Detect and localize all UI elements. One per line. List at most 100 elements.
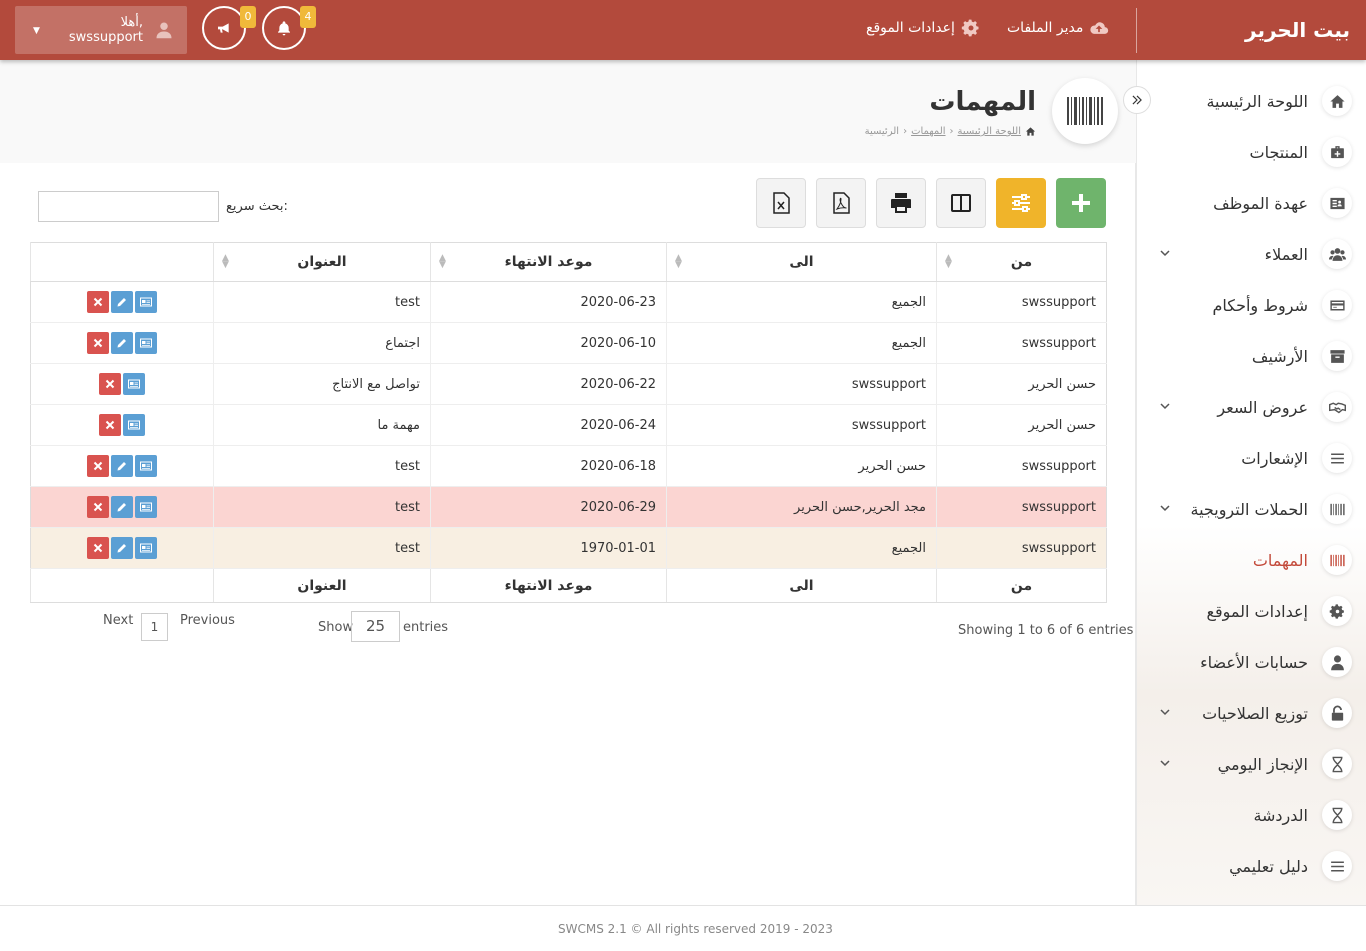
page-1-button[interactable]: 1 bbox=[141, 613, 168, 641]
delete-task-button[interactable] bbox=[99, 373, 121, 395]
row-actions bbox=[30, 281, 214, 323]
view-task-button[interactable] bbox=[123, 373, 145, 395]
sidebar-item-label: الإشعارات bbox=[1241, 448, 1308, 468]
column-header-due[interactable]: موعد الانتهاء ▲ ▼ bbox=[430, 242, 667, 282]
cloud-upload-icon bbox=[1090, 22, 1109, 34]
view-task-button[interactable] bbox=[135, 496, 157, 518]
cell-from: swssupport bbox=[936, 322, 1107, 364]
brand-title[interactable]: بيت الحرير bbox=[1245, 18, 1350, 42]
row-actions bbox=[30, 404, 214, 446]
breadcrumb-dashboard[interactable]: اللوحة الرئيسية bbox=[958, 126, 1021, 137]
sidebar-item-7[interactable]: عروض السعر bbox=[1137, 387, 1366, 427]
delete-task-button[interactable] bbox=[87, 332, 109, 354]
site-settings-link[interactable]: إعدادات الموقع bbox=[866, 18, 981, 38]
edit-task-button[interactable] bbox=[111, 496, 133, 518]
cell-to: swssupport bbox=[666, 363, 937, 405]
list-icon bbox=[1322, 443, 1352, 473]
pencil-icon bbox=[117, 544, 126, 553]
pencil-icon bbox=[117, 462, 126, 471]
sidebar-item-1[interactable]: اللوحة الرئيسية bbox=[1137, 81, 1366, 121]
announcements-count-badge: 0 bbox=[240, 6, 256, 28]
edit-task-button[interactable] bbox=[111, 291, 133, 313]
collapse-sidebar-button[interactable] bbox=[1123, 86, 1151, 114]
cell-from: swssupport bbox=[936, 281, 1107, 323]
row-actions bbox=[30, 363, 214, 405]
sidebar-item-6[interactable]: الأرشيف bbox=[1137, 336, 1366, 376]
delete-task-button[interactable] bbox=[87, 496, 109, 518]
sidebar-item-11[interactable]: إعدادات الموقع bbox=[1137, 591, 1366, 631]
delete-task-button[interactable] bbox=[99, 414, 121, 436]
delete-task-button[interactable] bbox=[87, 455, 109, 477]
file-manager-link[interactable]: مدير الملفات bbox=[1007, 18, 1109, 38]
announcements-button[interactable]: 0 bbox=[202, 6, 256, 50]
sidebar-item-15[interactable]: الدردشة bbox=[1137, 795, 1366, 835]
table-row: swssupport الجميع 1970-01-01 test bbox=[30, 527, 1107, 569]
sidebar-item-12[interactable]: حسابات الأعضاء bbox=[1137, 642, 1366, 682]
delete-task-button[interactable] bbox=[87, 537, 109, 559]
sidebar-item-5[interactable]: شروط وأحكام bbox=[1137, 285, 1366, 325]
view-task-button[interactable] bbox=[135, 332, 157, 354]
hourglass-icon bbox=[1322, 800, 1352, 830]
print-button[interactable] bbox=[876, 178, 926, 228]
column-header-title[interactable]: العنوان ▲ ▼ bbox=[213, 242, 431, 282]
sidebar-nav: اللوحة الرئيسية المنتجات عهدة الموظف العملا… bbox=[1137, 60, 1366, 905]
view-task-button[interactable] bbox=[123, 414, 145, 436]
row-actions bbox=[30, 445, 214, 487]
column-header-to[interactable]: الى ▲ ▼ bbox=[666, 242, 937, 282]
archive-icon bbox=[1322, 341, 1352, 371]
edit-task-button[interactable] bbox=[111, 332, 133, 354]
sidebar-item-8[interactable]: الإشعارات bbox=[1137, 438, 1366, 478]
sidebar-item-2[interactable]: المنتجات bbox=[1137, 132, 1366, 172]
add-task-button[interactable] bbox=[1056, 178, 1106, 228]
search-input[interactable] bbox=[38, 191, 219, 222]
id-card-icon bbox=[128, 420, 140, 430]
sidebar-item-16[interactable]: دليل تعليمي bbox=[1137, 846, 1366, 886]
sidebar-item-label: المنتجات bbox=[1249, 142, 1309, 162]
topbar-divider bbox=[1136, 8, 1137, 53]
cell-title: مهمة ما bbox=[213, 404, 431, 446]
sort-icon: ▲ ▼ bbox=[675, 253, 682, 270]
pencil-icon bbox=[117, 298, 126, 307]
sidebar-item-3[interactable]: عهدة الموظف bbox=[1137, 183, 1366, 223]
view-task-button[interactable] bbox=[135, 291, 157, 313]
cell-due: 2020-06-22 bbox=[430, 363, 667, 405]
page-length-select[interactable]: 25 bbox=[351, 611, 400, 642]
cell-due: 2020-06-29 bbox=[430, 486, 667, 528]
entries-label: entries bbox=[403, 620, 449, 635]
view-task-button[interactable] bbox=[135, 537, 157, 559]
sidebar-item-4[interactable]: العملاء bbox=[1137, 234, 1366, 274]
cell-from: swssupport bbox=[936, 445, 1107, 487]
notifications-button[interactable]: 4 bbox=[262, 6, 316, 50]
view-task-button[interactable] bbox=[135, 455, 157, 477]
previous-page-link[interactable]: Previous bbox=[180, 613, 235, 628]
page-footer: SWCMS 2.1 © All rights reserved 2019 - 2… bbox=[0, 905, 1366, 951]
id-card-icon bbox=[140, 297, 152, 307]
user-menu-dropdown[interactable]: ▼ أهلا, swssupport bbox=[15, 6, 187, 54]
next-page-link[interactable]: Next bbox=[103, 613, 133, 628]
sidebar-item-label: الإنجاز اليومي bbox=[1217, 754, 1308, 774]
column-header-from[interactable]: من ▲ ▼ bbox=[936, 242, 1107, 282]
edit-task-button[interactable] bbox=[111, 537, 133, 559]
sidebar-item-9[interactable]: الحملات الترويجية bbox=[1137, 489, 1366, 529]
table-row: حسن الحرير swssupport 2020-06-24 مهمة ما bbox=[30, 404, 1107, 446]
table-row: swssupport الجميع 2020-06-23 test bbox=[30, 281, 1107, 323]
export-excel-button[interactable] bbox=[756, 178, 806, 228]
gear-icon bbox=[961, 19, 979, 37]
edit-task-button[interactable] bbox=[111, 455, 133, 477]
sidebar-item-10[interactable]: المهمات bbox=[1137, 540, 1366, 580]
delete-task-button[interactable] bbox=[87, 291, 109, 313]
filter-button[interactable] bbox=[996, 178, 1046, 228]
top-navbar: بيت الحرير مدير الملفات إعدادات الموقع 4… bbox=[0, 0, 1366, 60]
breadcrumb-tasks[interactable]: المهمات bbox=[911, 126, 945, 137]
export-pdf-button[interactable] bbox=[816, 178, 866, 228]
print-icon bbox=[891, 193, 911, 213]
chevron-down-icon bbox=[1160, 250, 1170, 257]
sidebar-item-14[interactable]: الإنجاز اليومي bbox=[1137, 744, 1366, 784]
page-icon bbox=[1052, 78, 1118, 144]
sidebar-item-13[interactable]: توزيع الصلاحيات bbox=[1137, 693, 1366, 733]
table-row: swssupport الجميع 2020-06-10 اجتماع bbox=[30, 322, 1107, 364]
cell-due: 1970-01-01 bbox=[430, 527, 667, 569]
cell-to: الجميع bbox=[666, 281, 937, 323]
user-greeting: أهلا, bbox=[120, 15, 143, 30]
columns-toggle-button[interactable] bbox=[936, 178, 986, 228]
